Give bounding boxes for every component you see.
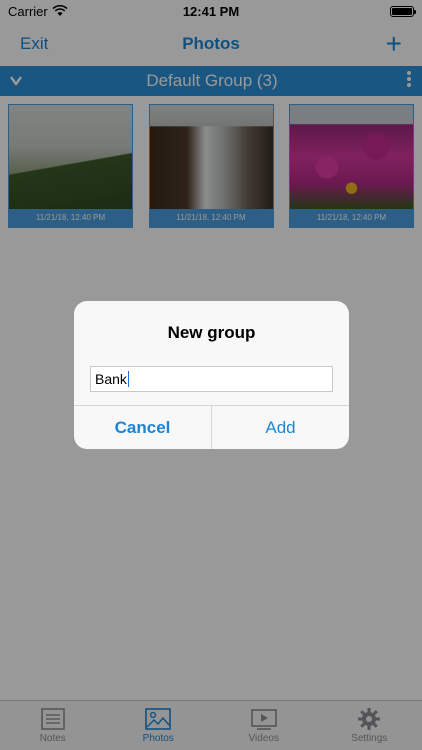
new-group-dialog: New group Bank Cancel Add bbox=[74, 301, 349, 449]
app-screen: Carrier 12:41 PM Exit Photos + Default G… bbox=[0, 0, 422, 750]
dialog-title: New group bbox=[167, 323, 256, 342]
group-name-input[interactable]: Bank bbox=[90, 366, 333, 392]
add-group-button[interactable]: Add bbox=[212, 406, 349, 449]
text-cursor bbox=[127, 371, 129, 387]
input-value: Bank bbox=[95, 371, 127, 387]
cancel-button[interactable]: Cancel bbox=[74, 406, 212, 449]
dialog-buttons: Cancel Add bbox=[74, 405, 349, 449]
